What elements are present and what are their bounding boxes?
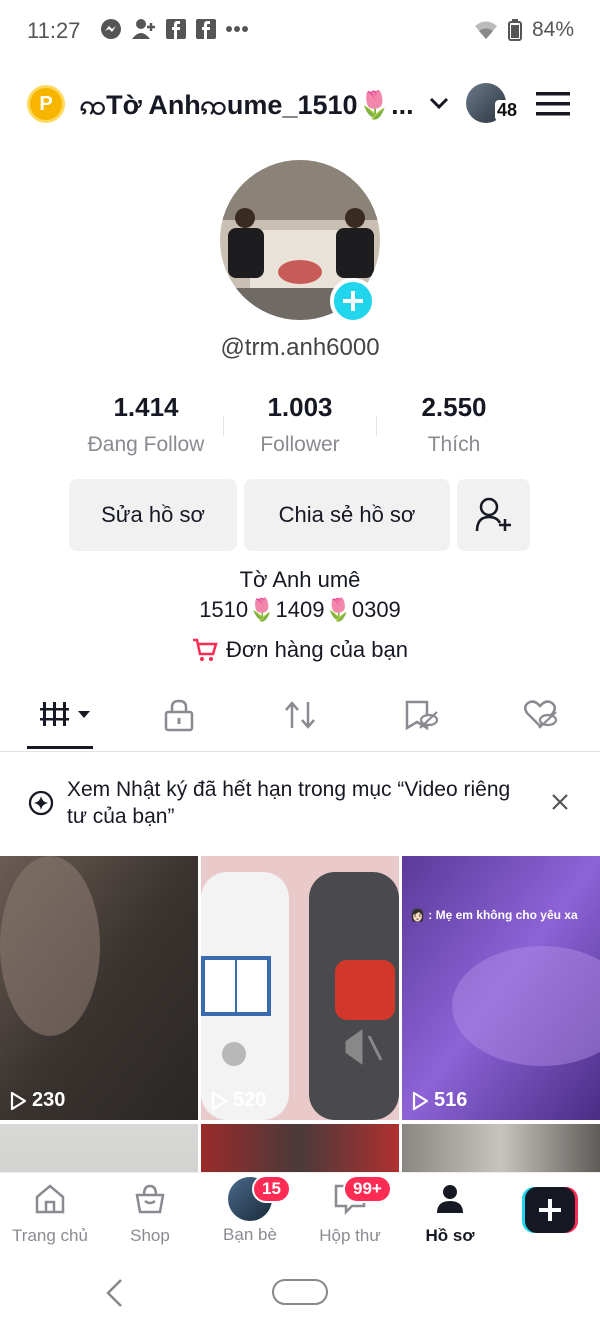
tab-liked[interactable]	[522, 698, 558, 737]
notification-icons	[100, 18, 248, 40]
coin-button[interactable]: P	[27, 85, 65, 123]
heart-hidden-icon	[524, 700, 558, 729]
wifi-icon	[474, 21, 497, 39]
video-thumbnail[interactable]	[0, 1124, 198, 1174]
followers-count: 1.003	[267, 392, 333, 422]
back-icon[interactable]	[104, 1278, 124, 1308]
inbox-badge: 99+	[343, 1175, 392, 1203]
tab-private[interactable]	[163, 698, 195, 737]
video-caption: 👩🏻 : Mẹ em không cho yêu xa	[410, 908, 578, 922]
content-tabs	[0, 690, 600, 752]
profile-header: P ꩡTờ Anhꩡume_1510🌷... 48	[0, 72, 600, 136]
create-button[interactable]	[522, 1187, 578, 1233]
clock: 11:27	[27, 18, 81, 43]
username-switcher[interactable]: ꩡTờ Anhꩡume_1510🌷...	[80, 88, 420, 128]
view-count: 230	[10, 1089, 65, 1112]
messenger-icon	[101, 19, 121, 39]
stat-divider	[223, 416, 224, 436]
person-icon	[437, 1185, 463, 1213]
lock-icon	[164, 699, 194, 732]
followers-stat[interactable]: 1.003 Follower	[223, 392, 377, 457]
play-icon	[10, 1091, 26, 1110]
likes-stat[interactable]: 2.550 Thích	[377, 392, 531, 457]
sparkle-add-icon	[28, 790, 54, 816]
following-stat[interactable]: 1.414 Đang Follow	[69, 392, 223, 457]
play-icon	[412, 1091, 428, 1110]
cart-icon	[192, 638, 218, 661]
system-navigation	[0, 1252, 600, 1333]
view-count-value: 520	[233, 1089, 267, 1111]
status-bar: 11:27 84%	[0, 0, 600, 62]
repost-icon	[285, 701, 315, 729]
following-label: Đang Follow	[87, 433, 205, 456]
bookmark-hidden-icon	[405, 700, 439, 731]
facebook-icon	[196, 19, 216, 39]
plus-icon	[343, 291, 363, 311]
person-add-icon	[132, 19, 155, 39]
nav-friends-label: Bạn bè	[223, 1225, 277, 1244]
nav-inbox-label: Hộp thư	[319, 1226, 381, 1245]
battery-percent: 84%	[531, 18, 574, 41]
home-pill[interactable]	[272, 1279, 328, 1305]
tab-favorites[interactable]	[403, 698, 439, 737]
nav-profile[interactable]: Hồ sơ	[400, 1183, 500, 1246]
video-cover	[402, 856, 600, 1120]
video-thumbnail[interactable]	[402, 1124, 600, 1174]
orders-link[interactable]: Đơn hàng của bạn	[0, 637, 600, 663]
tab-videos[interactable]	[40, 698, 94, 735]
profile-handle: @trm.anh6000	[220, 334, 380, 361]
video-thumbnail[interactable]: 👩🏻 : Mẹ em không cho yêu xa 516	[402, 856, 600, 1120]
video-thumbnail[interactable]: 520	[201, 856, 399, 1120]
expired-diary-notice[interactable]: Xem Nhật ký đã hết hạn trong mục “Video …	[0, 756, 600, 856]
video-cover	[0, 856, 198, 1120]
account-notification-count: 48	[495, 100, 520, 121]
coin-icon: P	[39, 92, 53, 115]
view-count: 520	[211, 1089, 266, 1112]
menu-icon[interactable]	[536, 91, 570, 117]
grid-icon	[40, 702, 90, 726]
orders-label: Đơn hàng của bạn	[225, 637, 408, 662]
close-icon[interactable]	[552, 794, 568, 810]
view-count-value: 230	[32, 1089, 66, 1111]
home-icon	[35, 1184, 65, 1214]
notice-text: Xem Nhật ký đã hết hạn trong mục “Video …	[67, 778, 511, 828]
nav-profile-label: Hồ sơ	[425, 1226, 475, 1245]
battery-icon	[507, 19, 522, 41]
tab-reposts[interactable]	[283, 698, 317, 737]
plus-icon	[539, 1199, 561, 1221]
following-count: 1.414	[113, 392, 179, 422]
likes-count: 2.550	[421, 392, 487, 422]
play-icon	[211, 1091, 227, 1110]
likes-label: Thích	[427, 433, 481, 456]
bottom-navigation: Trang chủ Shop Bạn bè 15 Hộp thư 99+ Hồ …	[0, 1172, 600, 1252]
bio-line: Tờ Anh umê	[239, 567, 361, 592]
video-thumbnail[interactable]: 230	[0, 856, 198, 1120]
nav-home[interactable]: Trang chủ	[0, 1183, 100, 1246]
add-friend-button[interactable]	[457, 479, 530, 551]
view-count: 516	[412, 1089, 467, 1112]
nav-shop-label: Shop	[130, 1226, 170, 1245]
video-cover	[201, 856, 399, 1120]
video-grid: 230 520 👩🏻 : Mẹ em không cho yêu xa 516	[0, 856, 600, 1174]
shopping-bag-icon	[135, 1184, 165, 1214]
nav-home-label: Trang chủ	[12, 1226, 88, 1245]
view-count-value: 516	[434, 1089, 468, 1111]
share-profile-button[interactable]: Chia sẻ hồ sơ	[244, 479, 450, 551]
person-add-icon	[475, 497, 511, 532]
add-avatar-button[interactable]	[330, 278, 376, 324]
followers-label: Follower	[260, 433, 340, 456]
active-tab-indicator	[27, 746, 93, 749]
bio-line: 1510🌷1409🌷0309	[199, 597, 401, 622]
chevron-down-icon[interactable]	[428, 92, 450, 114]
friends-badge: 15	[252, 1175, 291, 1203]
edit-profile-button[interactable]: Sửa hồ sơ	[69, 479, 237, 551]
more-dots-icon	[226, 26, 248, 32]
video-thumbnail[interactable]	[201, 1124, 399, 1174]
nav-shop[interactable]: Shop	[100, 1183, 200, 1246]
profile-stats: 1.414 Đang Follow 1.003 Follower 2.550 T…	[0, 392, 600, 457]
facebook-icon	[166, 19, 186, 39]
system-indicators: 84%	[474, 18, 574, 42]
